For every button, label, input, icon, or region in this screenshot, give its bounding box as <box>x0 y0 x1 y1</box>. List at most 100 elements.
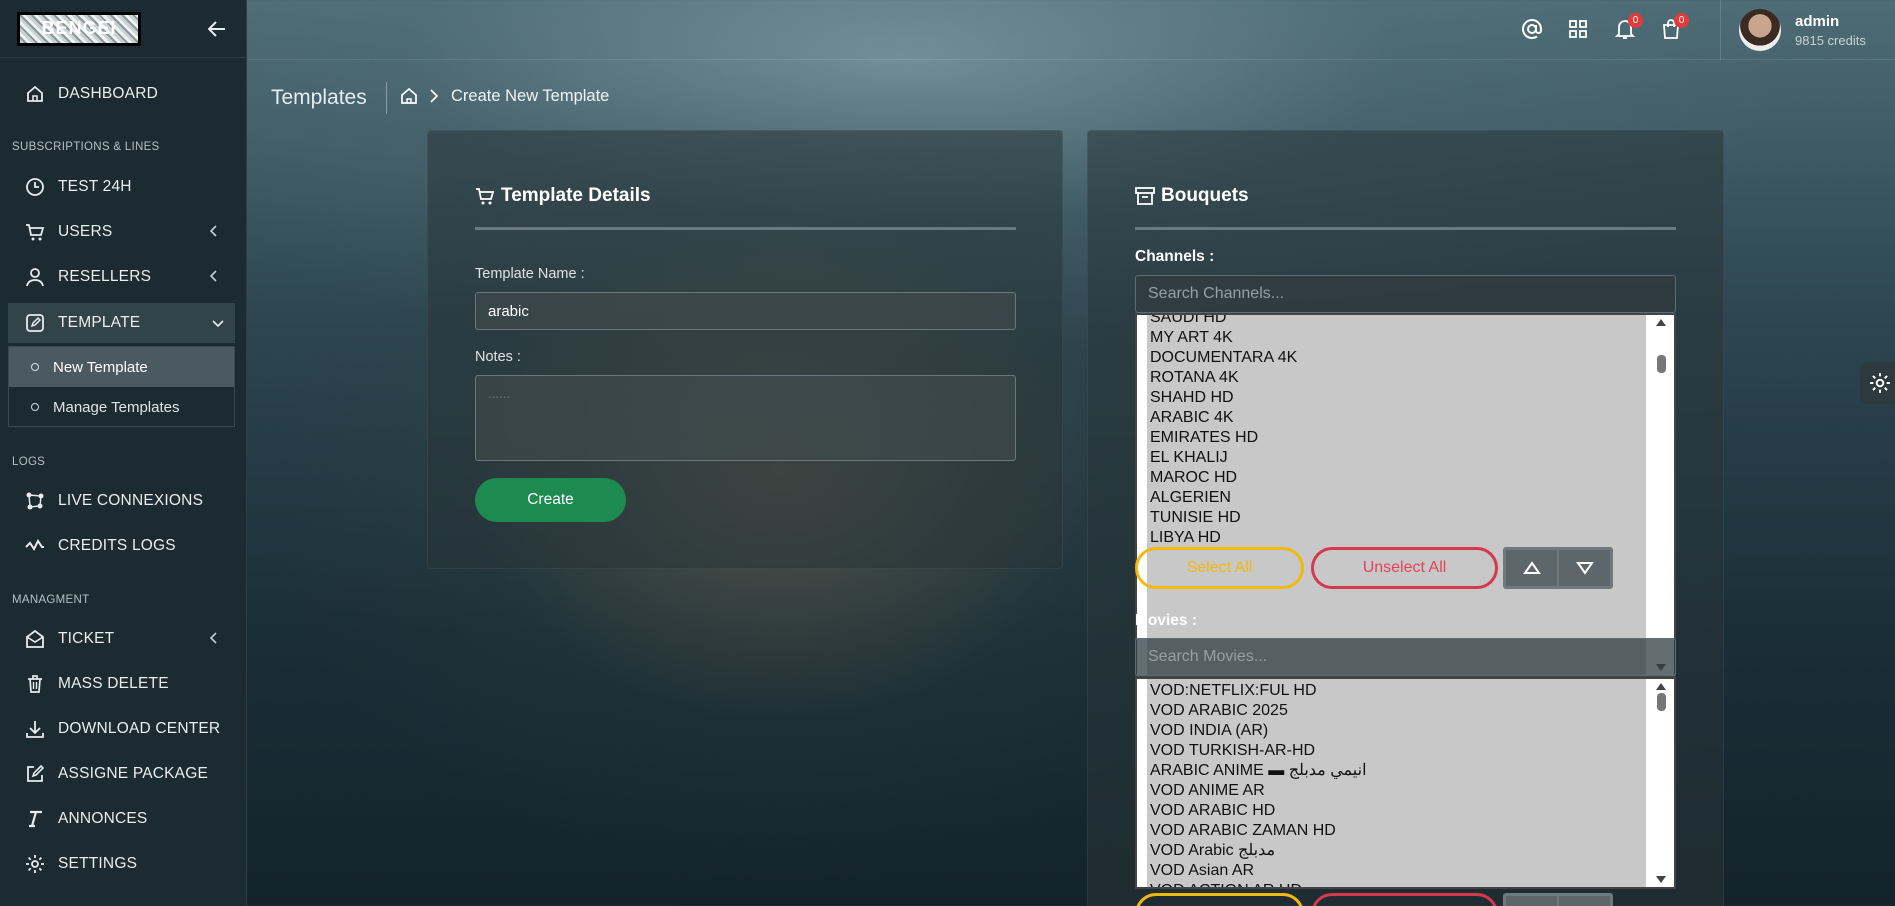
theme-settings-button[interactable] <box>1860 362 1895 404</box>
move-up-button[interactable] <box>1506 550 1559 586</box>
scroll-down-icon[interactable] <box>1656 876 1666 883</box>
movies-scrollbar[interactable] <box>1648 679 1674 887</box>
movies-select-all-button[interactable]: Select All <box>1135 893 1304 906</box>
channels-label: Channels : <box>1135 248 1215 265</box>
at-sign-icon <box>1522 19 1542 39</box>
edit-box-icon <box>24 763 46 785</box>
scroll-thumb[interactable] <box>1657 693 1666 711</box>
top-bar: 0 0 admin 9815 credits <box>248 0 1895 60</box>
nav-annonces[interactable]: ANNONCES <box>0 800 247 838</box>
template-details-title: Template Details <box>475 185 651 207</box>
movies-option[interactable]: VOD ARABIC HD <box>1147 801 1646 821</box>
submenu-manage-templates[interactable]: Manage Templates <box>9 387 234 427</box>
submenu-new-template-label: New Template <box>53 358 148 376</box>
movies-unselect-all-button[interactable]: Unselect All <box>1311 893 1498 906</box>
channels-option[interactable]: EMIRATES HD <box>1147 428 1646 448</box>
channels-search-input[interactable] <box>1135 275 1676 313</box>
nav-download-center[interactable]: DOWNLOAD CENTER <box>0 710 247 748</box>
channels-scrollbar[interactable] <box>1648 315 1674 675</box>
movies-option[interactable]: VOD Asian AR <box>1147 861 1646 881</box>
channels-option[interactable]: MAROC HD <box>1147 468 1646 488</box>
channels-option[interactable]: SHAHD HD <box>1147 388 1646 408</box>
submenu-manage-templates-label: Manage Templates <box>53 398 180 416</box>
grid-icon <box>1569 20 1587 38</box>
user-credits: 9815 credits <box>1795 32 1866 48</box>
channels-option[interactable]: ARABIC 4K <box>1147 408 1646 428</box>
movies-option[interactable]: VOD Arabic مدبلج <box>1147 841 1646 861</box>
submenu-new-template[interactable]: New Template <box>9 347 234 387</box>
notes-textarea[interactable] <box>475 375 1016 461</box>
envelope-open-icon <box>24 628 46 650</box>
chevron-left-icon <box>209 225 217 237</box>
channels-select-all-button[interactable]: Select All <box>1135 547 1304 589</box>
movies-option[interactable]: VOD INDIA (AR) <box>1147 721 1646 741</box>
cart-button[interactable]: 0 <box>1659 13 1689 41</box>
channels-option[interactable]: LIBYA HD <box>1147 528 1646 548</box>
sidebar-header: BENGEI <box>0 0 246 58</box>
template-submenu: New Template Manage Templates <box>8 346 235 427</box>
channels-listbox[interactable]: SAUDI HD MY ART 4K DOCUMENTARA 4K ROTANA 4K… <box>1135 313 1676 677</box>
nav-resellers[interactable]: RESELLERS <box>0 258 247 296</box>
home-icon[interactable] <box>400 87 418 105</box>
channels-option[interactable]: EL KHALIJ <box>1147 448 1646 468</box>
nav-test24h[interactable]: TEST 24H <box>0 168 247 206</box>
movies-option[interactable]: VOD ARABIC 2025 <box>1147 701 1646 721</box>
channels-option[interactable]: TUNISIE HD <box>1147 508 1646 528</box>
cart-icon <box>475 185 497 207</box>
nav-users[interactable]: USERS <box>0 213 247 251</box>
move-down-button[interactable] <box>1559 550 1610 586</box>
channels-option[interactable]: SAUDI HD <box>1147 315 1646 328</box>
nav-credits-logs[interactable]: CREDITS LOGS <box>0 527 247 565</box>
collapse-sidebar-button[interactable] <box>205 17 229 41</box>
apps-grid-button[interactable] <box>1566 17 1590 41</box>
network-icon <box>24 490 46 512</box>
movies-option[interactable]: VOD ARABIC ZAMAN HD <box>1147 821 1646 841</box>
nav-dashboard[interactable]: DASHBOARD <box>0 75 247 113</box>
notifications-button[interactable]: 0 <box>1613 13 1643 41</box>
chevron-left-icon <box>209 632 217 644</box>
movies-listbox[interactable]: VOD:NETFLIX:FUL HD VOD ARABIC 2025 VOD IND… <box>1135 677 1676 889</box>
nav-mass-delete[interactable]: MASS DELETE <box>0 665 247 703</box>
nav-ticket-label: TICKET <box>58 630 115 647</box>
nav-dashboard-label: DASHBOARD <box>58 85 158 102</box>
logo[interactable]: BENGEI <box>17 11 141 46</box>
movies-label: Movies : <box>1135 612 1198 629</box>
scroll-up-icon[interactable] <box>1656 683 1666 690</box>
create-button[interactable]: Create <box>475 478 626 522</box>
channels-option[interactable]: ROTANA 4K <box>1147 368 1646 388</box>
nav-template[interactable]: TEMPLATE <box>8 303 235 343</box>
page-title: Templates <box>271 86 367 109</box>
divider <box>1135 227 1676 230</box>
channels-option[interactable]: DOCUMENTARA 4K <box>1147 348 1646 368</box>
at-sign-button[interactable] <box>1520 17 1544 41</box>
channels-unselect-all-button[interactable]: Unselect All <box>1311 547 1498 589</box>
movies-option[interactable]: ARABIC ANIME ▬ انيمي مدبلج <box>1147 761 1646 781</box>
section-subscriptions: SUBSCRIPTIONS & LINES <box>12 141 160 153</box>
movies-option[interactable]: VOD:NETFLIX:FUL HD <box>1147 681 1646 701</box>
user-menu[interactable]: admin 9815 credits <box>1720 0 1895 60</box>
channels-option[interactable]: ALGERIEN <box>1147 488 1646 508</box>
template-name-input[interactable] <box>475 292 1016 330</box>
scroll-up-icon[interactable] <box>1656 319 1666 326</box>
move-up-button[interactable] <box>1506 896 1559 906</box>
nav-live-connexions[interactable]: LIVE CONNEXIONS <box>0 482 247 520</box>
circle-icon <box>31 363 39 371</box>
triangle-up-icon <box>1522 561 1541 574</box>
template-details-title-text: Template Details <box>501 185 651 206</box>
nav-assigne-package[interactable]: ASSIGNE PACKAGE <box>0 755 247 793</box>
nav-settings[interactable]: SETTINGS <box>0 845 247 883</box>
scroll-thumb[interactable] <box>1657 355 1666 373</box>
chevron-down-icon <box>212 320 224 328</box>
home-icon <box>24 83 46 105</box>
movies-option[interactable]: VOD ACTION AR HD <box>1147 881 1646 887</box>
channels-option[interactable]: MY ART 4K <box>1147 328 1646 348</box>
movies-option[interactable]: VOD ANIME AR <box>1147 781 1646 801</box>
gear-icon <box>1870 373 1890 393</box>
movies-search-input[interactable] <box>1135 638 1676 676</box>
movies-option[interactable]: VOD TURKISH-AR-HD <box>1147 741 1646 761</box>
channels-list: SAUDI HD MY ART 4K DOCUMENTARA 4K ROTANA 4K… <box>1147 315 1646 675</box>
italic-text-icon <box>24 808 46 830</box>
nav-download-label: DOWNLOAD CENTER <box>58 720 221 737</box>
nav-ticket[interactable]: TICKET <box>0 620 247 658</box>
move-down-button[interactable] <box>1559 896 1610 906</box>
